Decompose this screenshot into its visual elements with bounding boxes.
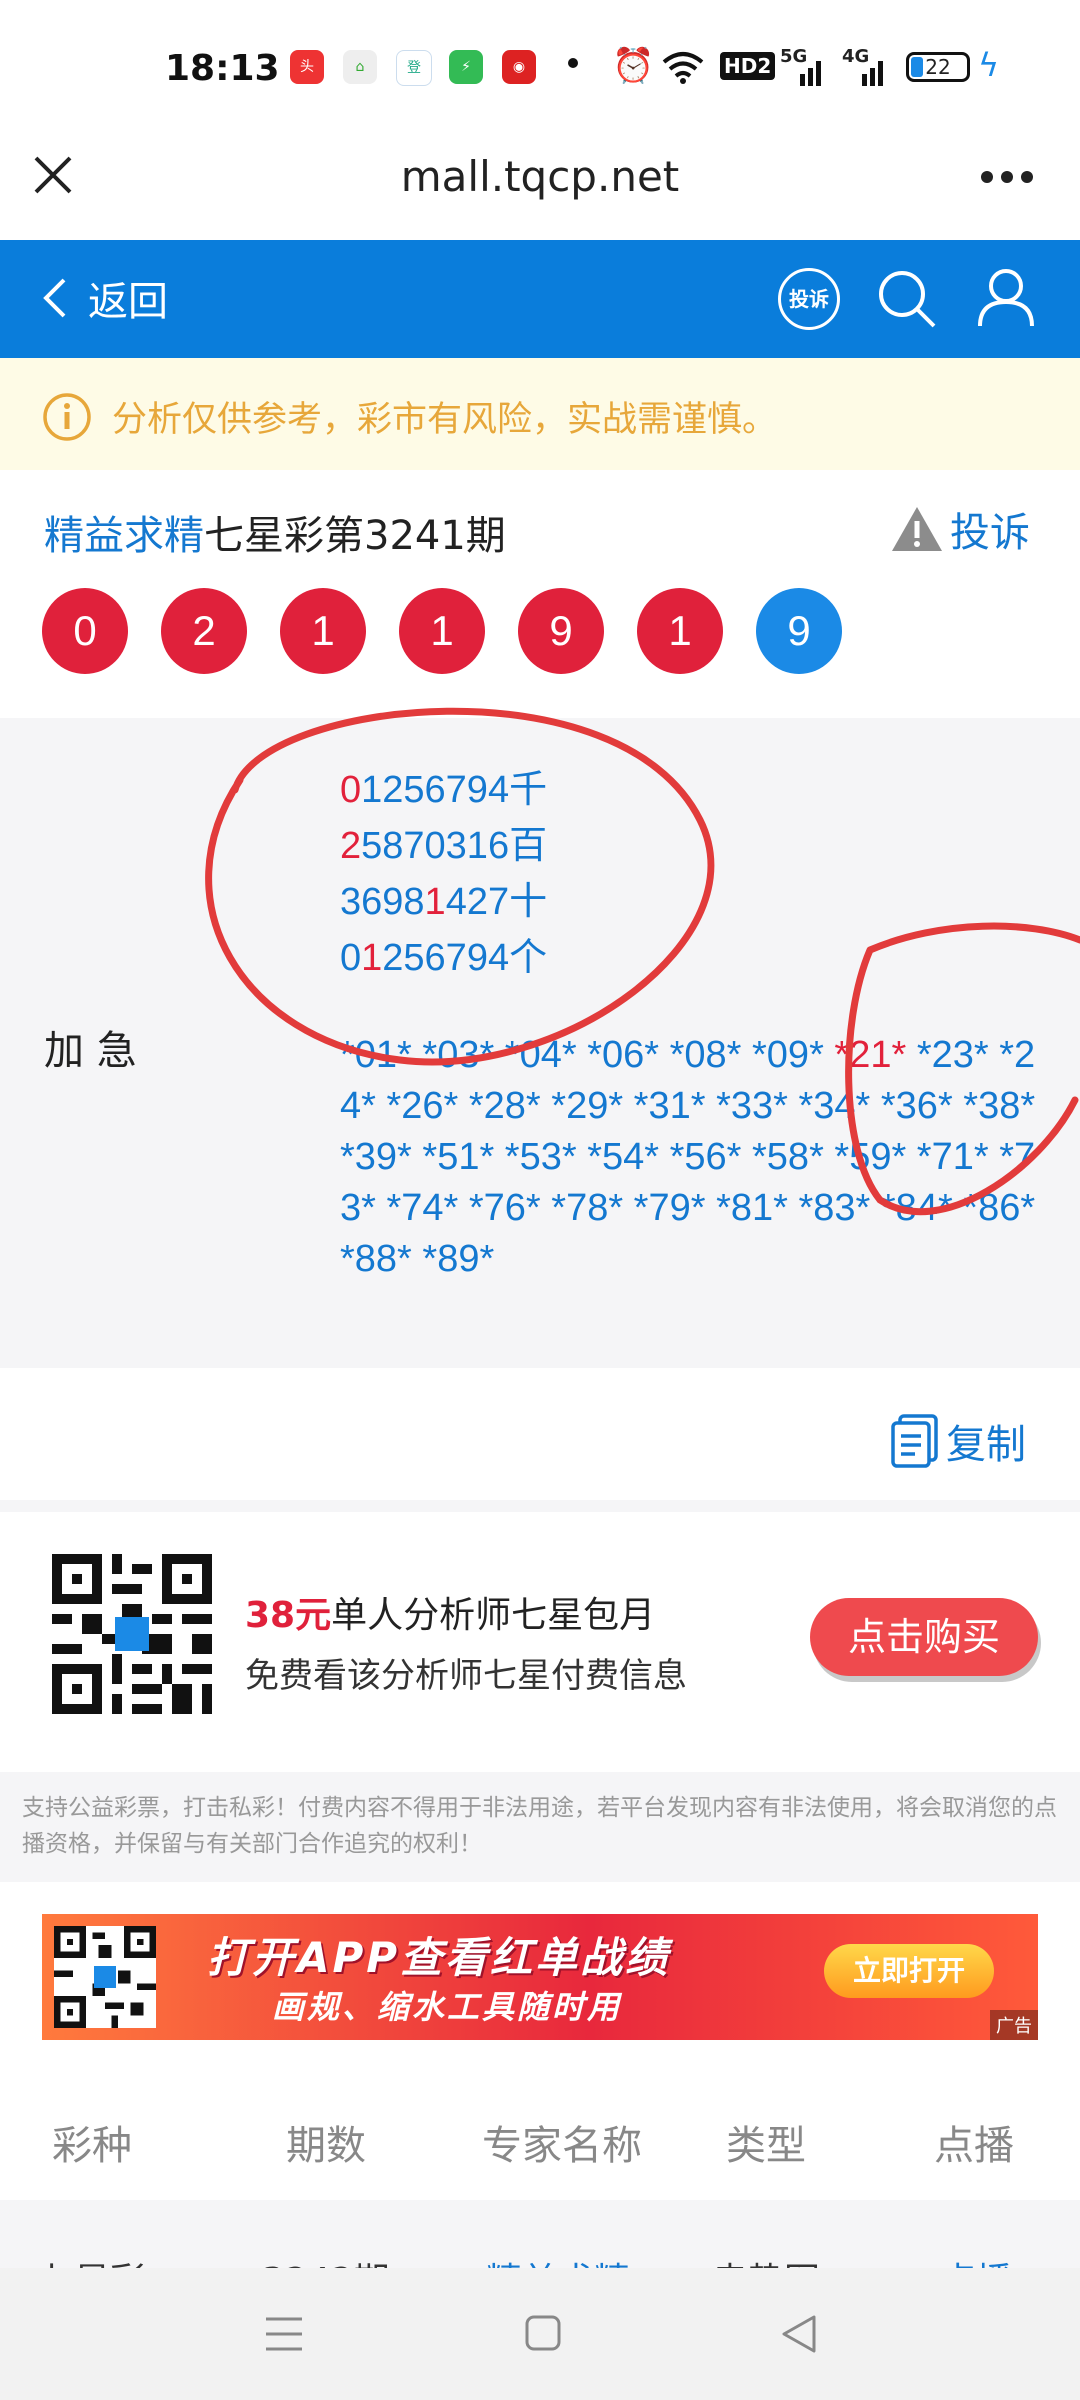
banner-qr-code-icon [54, 1926, 156, 2028]
red-app-icon: ◉ [502, 50, 536, 84]
news-app-icon: 头 [290, 50, 324, 84]
back-label: 返回 [88, 279, 168, 325]
number-ball: 1 [280, 588, 366, 674]
copy-icon [891, 1414, 938, 1468]
buy-button[interactable]: 点击购买 [810, 1598, 1038, 1676]
product-price: 38元 [245, 1595, 332, 1636]
menu-icon[interactable] [264, 2316, 304, 2352]
charging-icon: ϟ [978, 46, 1000, 84]
col-lottery: 彩种 [52, 2123, 132, 2169]
number-ball: 0 [42, 588, 128, 674]
expert-name[interactable]: 精益求精 [44, 513, 204, 559]
number-ball: 2 [161, 588, 247, 674]
complaint-badge-label: 投诉 [789, 287, 829, 311]
system-nav-bar [0, 2268, 1080, 2400]
qr-code-icon [52, 1554, 212, 1714]
user-icon[interactable] [976, 266, 1036, 328]
back-triangle-icon[interactable] [780, 2314, 818, 2354]
back-button[interactable]: 返回 [40, 268, 168, 328]
page-title: 精益求精七星彩第3241期 [44, 503, 506, 561]
col-type: 类型 [726, 2123, 806, 2169]
complaint-label: 投诉 [950, 510, 1030, 556]
home-app-icon: ⌂ [343, 50, 377, 84]
banner-title: 打开APP查看红单战绩 [207, 1933, 671, 1982]
app-icon: 登 [396, 50, 432, 86]
signal-icon-1 [800, 61, 821, 86]
status-bar: 18:13 头 ⌂ 登 ⚡ ◉ ⏰ HD2 5G 4G 22 ϟ [0, 0, 1080, 130]
page-header: 返回 投诉 [0, 240, 1080, 358]
copy-label: 复制 [946, 1422, 1026, 1468]
status-time: 18:13 [165, 48, 280, 89]
disclaimer-text: 支持公益彩票，打击私彩！付费内容不得用于非法用途，若平台发现内容有非法使用，将会… [22, 1795, 1057, 1857]
dot-icon [568, 58, 578, 68]
number-ball: 9 [518, 588, 604, 674]
number-ball: 1 [399, 588, 485, 674]
hd-icon: HD2 [720, 52, 776, 80]
warning-icon [892, 507, 942, 551]
shield-app-icon: ⚡ [449, 50, 483, 84]
col-issue: 期数 [286, 2123, 366, 2169]
product-title: 38元单人分析师七星包月 [245, 1595, 656, 1636]
home-icon[interactable] [524, 2314, 562, 2352]
lottery-issue: 七星彩第3241期 [204, 513, 506, 559]
battery-icon: 22 [906, 52, 970, 82]
browser-toolbar: mall.tqcp.net [0, 130, 1080, 240]
signal-icon-2 [862, 61, 883, 86]
number-ball: 1 [637, 588, 723, 674]
ad-tag: 广告 [990, 2010, 1038, 2040]
col-expert: 专家名称 [482, 2123, 642, 2169]
copy-button[interactable]: 复制 [890, 1412, 1026, 1470]
notice-text: 分析仅供参考，彩市有风险，实战需谨慎。 [112, 400, 778, 440]
banner-subtitle: 画规、缩水工具随时用 [272, 1988, 623, 2026]
section-divider [0, 1500, 1080, 1512]
red-annotation-marks [205, 707, 1080, 1216]
url-text[interactable]: mall.tqcp.net [0, 152, 1080, 201]
complaint-badge-icon[interactable]: 投诉 [778, 268, 840, 330]
risk-notice: 分析仅供参考，彩市有风险，实战需谨慎。 [0, 358, 1080, 470]
app-banner[interactable]: 打开APP查看红单战绩 画规、缩水工具随时用 立即打开 广告 [42, 1914, 1038, 2040]
product-subtitle: 免费看该分析师七星付费信息 [245, 1656, 687, 1696]
col-play: 点播 [934, 2123, 1014, 2169]
info-icon [43, 393, 91, 441]
back-chevron-icon [43, 278, 66, 318]
more-icon[interactable] [980, 170, 1034, 184]
table-row[interactable]: 七星彩 3242期 精益求精 走势图 点播 [0, 2200, 1080, 2270]
alarm-icon: ⏰ [612, 46, 655, 86]
number-ball: 9 [756, 588, 842, 674]
battery-level: 22 [925, 55, 951, 79]
complaint-link[interactable]: 投诉 [890, 500, 1030, 558]
banner-open-button[interactable]: 立即打开 [824, 1944, 994, 1998]
wifi-icon [662, 52, 704, 84]
search-icon[interactable] [876, 268, 938, 330]
